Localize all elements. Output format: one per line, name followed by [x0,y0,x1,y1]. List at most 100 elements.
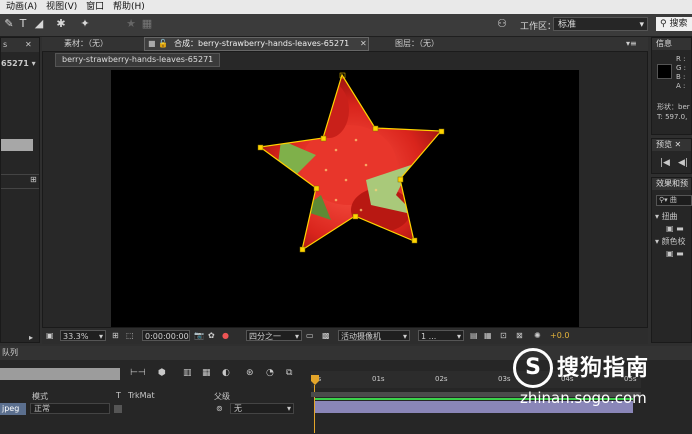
effects-search-value: 曲 [669,196,677,204]
brainstorm-icon[interactable]: ⊛ [246,368,254,378]
comp-mini-flowchart-icon[interactable]: ⊢⊣ [130,368,146,378]
layer-mode-select[interactable]: 正常 [30,403,110,414]
pen-tool-icon[interactable]: ✎ [2,17,16,31]
effect-icon[interactable]: ▣ ▬ [666,249,684,258]
tab-layer[interactable]: 图层：（无） [395,37,439,51]
viewer-footer: ▣ 33.3% ▾ ⊞ ⬚ 0:00:00:00 📷 ✿ ● 四分之一 ▾ ▭ … [42,327,648,344]
workspace-label: 工作区： [520,22,557,32]
menu-bar: 动画(A) 视图(V) 窗口 帮助(H) [0,0,692,14]
scroll-right-icon[interactable]: ▸ [29,333,33,342]
effects-category-label: 颜色校 [661,237,686,246]
menu-help[interactable]: 帮助(H) [113,0,145,14]
chevron-down-icon: ▾ [286,404,291,413]
snapshot-icon[interactable]: 📷 [194,330,204,341]
exposure-value[interactable]: +0.0 [550,330,569,341]
layer-parent-select[interactable]: 无 ▾ [230,403,294,414]
effects-panel: 效果和预 ⚲▾ 曲 ▾ 扭曲 ▣ ▬ ▾ 颜色校 ▣ ▬ [651,177,692,343]
layer-name[interactable]: jpeg [0,403,26,415]
snapping-icon[interactable]: ⚇ [495,17,509,31]
grid-icon: ▦ [141,17,153,30]
toggle-pixel-aspect-icon[interactable]: ▤ [470,330,478,341]
exposure-icon[interactable]: ✺ [534,330,541,341]
effects-category-distort[interactable]: ▾ 扭曲 [655,211,678,222]
puppet-overlap-icon[interactable]: ✦ [78,17,92,31]
current-time-field[interactable]: 0:00:00:00 [142,330,190,341]
effects-title: 效果和预 [656,179,688,188]
hierarchy-icon[interactable]: ⊞ [30,175,37,184]
info-a: A : [676,82,686,90]
search-help-input[interactable]: ⚲ 搜索 [656,17,692,31]
info-b: B : [676,73,686,81]
comp-name-tab[interactable]: berry-strawberry-hands-leaves-65271 [55,53,221,67]
resolution-select[interactable]: 四分之一 ▾ [246,330,302,341]
workspace-value: 标准 [558,20,577,30]
sogou-logo: S [513,348,553,388]
puppet-pin-icon[interactable]: ✱ [54,17,68,31]
auto-keyframe-icon[interactable]: ◔ [266,368,274,378]
watermark-brand: 搜狗指南 [557,356,650,381]
transparency-grid-icon[interactable]: ▩ [322,330,330,341]
timecode-value: 0:00:00:00 [145,332,189,341]
show-snapshot-icon[interactable]: ✿ [208,330,215,341]
draft-3d-icon[interactable]: ⬢ [158,368,166,378]
info-title: 信息 [656,39,672,48]
pick-whip-icon[interactable]: ⊚ [216,404,223,413]
hide-shy-icon[interactable]: ▥ [183,368,192,378]
first-frame-icon[interactable]: |◀ [660,158,670,168]
zoom-select[interactable]: 33.3% ▾ [60,330,106,341]
close-icon[interactable]: ✕ [675,140,682,149]
motion-blur-icon[interactable]: ◐ [222,368,230,378]
star-icon: ★ [126,17,136,30]
project-search-input[interactable] [1,139,33,151]
camera-select[interactable]: 活动摄像机 ▾ [338,330,410,341]
project-item-id[interactable]: 65271 ▾ [1,59,36,68]
preserve-transparency-checkbox[interactable] [114,405,122,413]
info-g: G : [676,64,687,72]
effect-icon[interactable]: ▣ ▬ [666,224,684,233]
eraser-tool-icon[interactable]: ◢ [32,17,46,31]
comp-tab-icon: ■ 🔓 [148,39,169,48]
preview-title: 预览 [656,140,672,149]
always-preview-icon[interactable]: ▣ [46,330,54,341]
timeline-search-input[interactable] [0,368,120,380]
region-of-interest-icon[interactable]: ▭ [306,330,314,341]
comp-flowchart-icon[interactable]: ⊠ [516,330,523,341]
project-tab-fragment: s [3,40,8,49]
tab-render-queue[interactable]: 队列 [2,346,18,360]
tick-label: 01s [372,375,385,383]
menu-animation[interactable]: 动画(A) [6,0,37,14]
fast-previews-icon[interactable]: ▦ [484,330,492,341]
chevron-down-icon: ▾ [294,332,299,341]
effects-category-color[interactable]: ▾ 颜色校 [655,236,686,247]
close-icon[interactable]: ✕ [25,40,32,49]
mask-visibility-icon[interactable]: ⬚ [126,330,134,341]
menu-window[interactable]: 窗口 [86,0,104,14]
panel-menu-icon[interactable]: ▾≡ [626,37,637,51]
workspace-select[interactable]: 标准 ▾ [553,17,648,31]
resolution-value: 四分之一 [249,332,281,341]
tick-label: 03s [498,375,511,383]
timeline-icon[interactable]: ⊡ [500,330,507,341]
search-icon: ⚲▾ [659,196,668,204]
tab-footage[interactable]: 素材：（无） [64,37,108,51]
channel-icon[interactable]: ● [222,330,229,341]
type-tool-icon[interactable]: T [16,17,30,31]
tab-composition-label: 合成：berry-strawberry-hands-leaves-65271 [174,39,350,48]
graph-editor-icon[interactable]: ⧉ [286,368,292,378]
composition-canvas[interactable] [111,70,579,327]
info-shape: 形状：ber [657,103,690,111]
menu-view[interactable]: 视图(V) [46,0,77,14]
chevron-down-icon: ▾ [456,332,461,341]
frame-blend-icon[interactable]: ▦ [202,368,211,378]
prev-frame-icon[interactable]: ◀| [678,158,688,168]
close-tab-icon[interactable]: ✕ [360,37,367,51]
chevron-down-icon: ▾ [639,20,644,30]
toolbar: ✎ T ◢ ✱ ✦ ★ ▦ ⚇ 工作区： 标准 ▾ ⚲ 搜索 [0,14,692,37]
color-swatch [657,64,672,79]
effects-search-input[interactable]: ⚲▾ 曲 [656,195,692,206]
col-t-header: T [116,391,121,400]
search-icon: ⚲ [660,19,667,29]
col-mode-header: 模式 [32,392,48,401]
safe-zones-icon[interactable]: ⊞ [112,330,119,341]
views-select[interactable]: 1 ... ▾ [418,330,464,341]
